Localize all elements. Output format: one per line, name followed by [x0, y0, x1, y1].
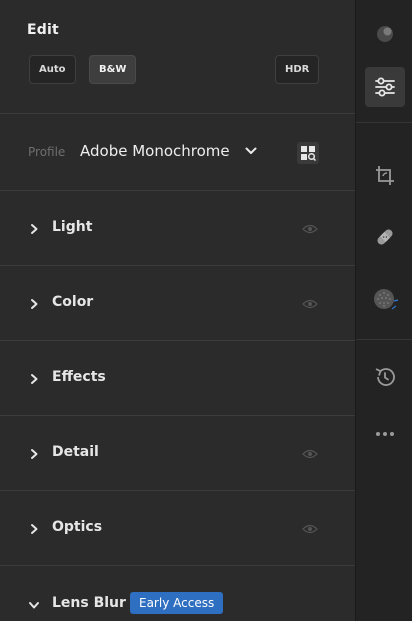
heal-tool-button[interactable]: [365, 217, 405, 257]
masking-tool-button[interactable]: [365, 280, 405, 320]
profile-browser-button[interactable]: [297, 142, 319, 164]
chevron-right-icon: [31, 299, 38, 309]
bw-button[interactable]: B&W: [89, 55, 137, 84]
masking-icon: [374, 289, 399, 310]
ai-icon: [377, 26, 393, 42]
section-label: Effects: [52, 369, 106, 385]
tool-rail: [356, 0, 412, 621]
eye-icon[interactable]: [302, 523, 318, 535]
profile-dropdown[interactable]: Adobe Monochrome: [80, 142, 230, 160]
panel-title: Edit: [27, 22, 59, 38]
profile-label: Profile: [28, 145, 66, 159]
mode-buttons: Auto B&W HDR: [27, 55, 331, 84]
section-label: Color: [52, 294, 94, 310]
section-label: Lens Blur: [52, 595, 126, 611]
heal-icon: [377, 229, 393, 245]
more-button[interactable]: [365, 414, 405, 454]
edit-tool-button[interactable]: [365, 67, 405, 107]
more-icon: [376, 432, 394, 436]
early-access-badge: Early Access: [130, 592, 224, 614]
section-label: Optics: [52, 519, 103, 535]
app-root: Edit Auto B&W HDR Profile Adobe Monochro…: [0, 0, 412, 621]
section-label: Detail: [52, 444, 99, 460]
chevron-right-icon: [31, 374, 38, 384]
profile-grid-icon: [301, 146, 316, 161]
chevron-right-icon: [31, 524, 38, 534]
section-detail[interactable]: Detail: [0, 416, 355, 491]
rail-divider: [356, 122, 412, 123]
chevron-right-icon: [31, 449, 38, 459]
section-effects[interactable]: Effects: [0, 341, 355, 416]
chevron-down-icon: [29, 602, 39, 609]
eye-icon[interactable]: [302, 223, 318, 235]
history-tool-button[interactable]: [365, 357, 405, 397]
history-icon: [375, 368, 395, 386]
edit-panel: Edit Auto B&W HDR Profile Adobe Monochro…: [0, 0, 356, 621]
eye-icon[interactable]: [302, 448, 318, 460]
panel-header: Edit Auto B&W HDR: [0, 0, 355, 114]
chevron-down-icon[interactable]: [244, 144, 258, 158]
chevron-right-icon: [31, 224, 38, 234]
rail-divider: [356, 339, 412, 340]
hdr-button[interactable]: HDR: [275, 55, 320, 84]
eye-icon[interactable]: [302, 298, 318, 310]
section-label: Light: [52, 219, 93, 235]
auto-button[interactable]: Auto: [29, 55, 76, 84]
section-light[interactable]: Light: [0, 191, 355, 266]
ai-tool-button[interactable]: [365, 14, 405, 54]
profile-row: Profile Adobe Monochrome: [0, 114, 355, 191]
crop-tool-button[interactable]: [365, 156, 405, 196]
section-lens-blur[interactable]: Lens Blur Early Access: [0, 566, 355, 621]
section-color[interactable]: Color: [0, 266, 355, 341]
section-optics[interactable]: Optics: [0, 491, 355, 566]
edit-sliders-icon: [375, 77, 395, 97]
crop-icon: [376, 166, 394, 185]
